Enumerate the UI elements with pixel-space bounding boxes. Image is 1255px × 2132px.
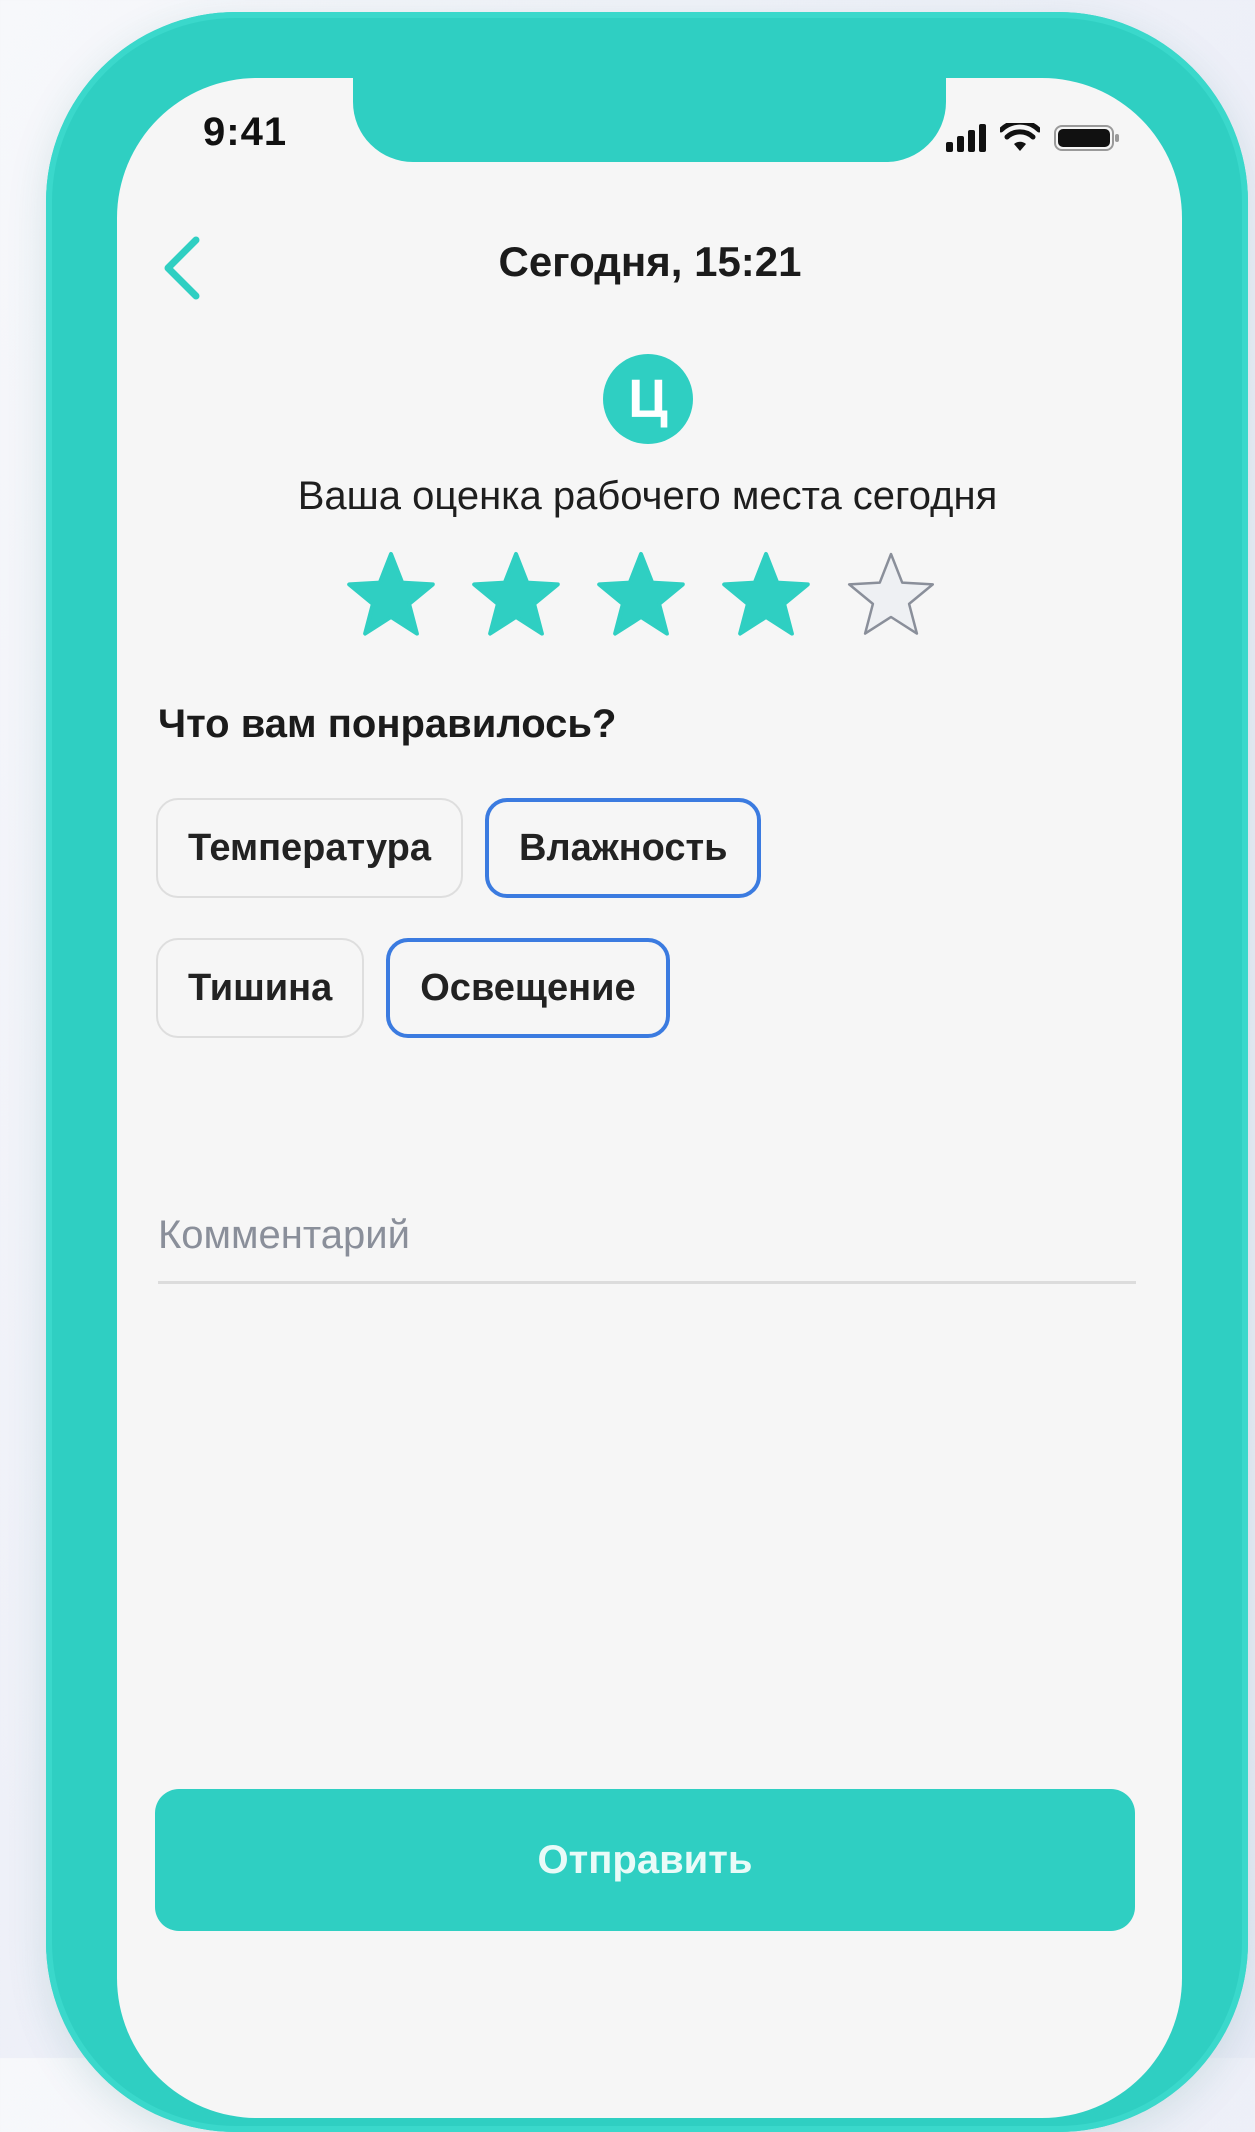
rating-question: Ваша оценка рабочего места сегодня <box>297 474 998 518</box>
star-filled-icon[interactable] <box>470 550 562 640</box>
liked-section-title: Что вам понравилось? <box>158 702 617 746</box>
battery-icon <box>1054 125 1119 151</box>
app-logo: Ц <box>603 354 693 444</box>
star-filled-icon[interactable] <box>720 550 812 640</box>
liked-options-row-1: Температура Влажность <box>156 798 762 898</box>
star-rating <box>345 550 937 640</box>
back-button[interactable] <box>150 228 220 308</box>
option-chip-silence[interactable]: Тишина <box>156 938 365 1038</box>
star-empty-icon[interactable] <box>845 550 937 640</box>
status-icons <box>946 118 1146 158</box>
chevron-left-icon <box>164 236 200 300</box>
star-filled-icon[interactable] <box>345 550 437 640</box>
wifi-icon <box>1000 123 1040 151</box>
comment-field <box>158 1200 1136 1284</box>
page-title: Сегодня, 15:21 <box>498 238 802 285</box>
option-chip-humidity[interactable]: Влажность <box>485 798 762 898</box>
liked-options-row-2: Тишина Освещение <box>156 938 670 1038</box>
option-chip-temperature[interactable]: Температура <box>156 798 464 898</box>
status-time: 9:41 <box>203 110 288 154</box>
star-filled-icon[interactable] <box>595 550 687 640</box>
option-chip-lighting[interactable]: Освещение <box>386 938 670 1038</box>
cellular-signal-icon <box>946 124 986 152</box>
submit-button[interactable]: Отправить <box>155 1789 1135 1931</box>
logo-letter: Ц <box>628 369 668 429</box>
comment-input[interactable] <box>158 1200 1136 1270</box>
phone-notch <box>353 78 946 162</box>
